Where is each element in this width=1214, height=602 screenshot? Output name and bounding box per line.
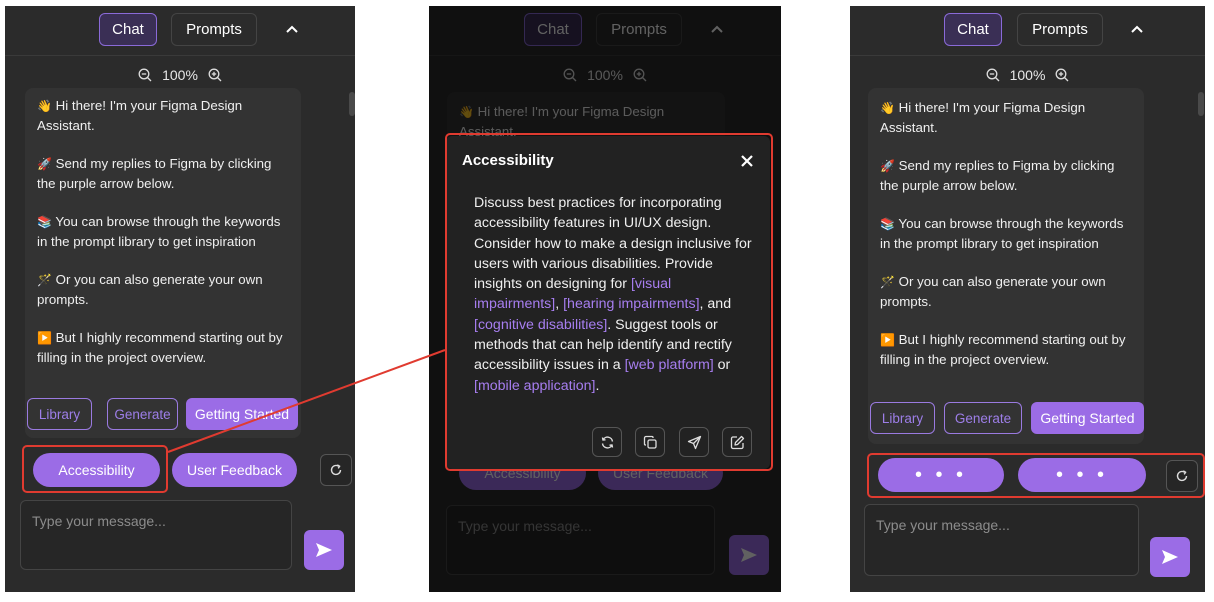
zoom-in-icon[interactable]	[208, 68, 222, 82]
tab-chat[interactable]: Chat	[99, 13, 157, 46]
message-input[interactable]: Type your message...	[864, 504, 1139, 576]
message-greeting: 👋 Hi there! I'm your Figma DesignAssista…	[880, 100, 1086, 135]
highlight-modal	[445, 133, 773, 471]
tab-prompts[interactable]: Prompts	[171, 13, 257, 46]
assistant-panel-loading: Chat Prompts 100% 👋 Hi there! I'm your F…	[850, 6, 1205, 592]
message-send-tip: 🚀 Send my replies to Figma by clicking th…	[880, 158, 1115, 193]
message-browse-tip: 📚 You can browse through the keywords in …	[37, 214, 281, 249]
scrollbar-thumb[interactable]	[1198, 92, 1204, 116]
send-arrow-icon	[316, 543, 332, 557]
refresh-icon	[330, 464, 342, 476]
suggestion-user-feedback-button[interactable]: User Feedback	[172, 453, 297, 487]
library-button[interactable]: Library	[27, 398, 92, 430]
top-bar: Chat Prompts	[850, 6, 1205, 56]
zoom-out-icon[interactable]	[986, 68, 1000, 82]
generate-button[interactable]: Generate	[107, 398, 178, 430]
zoom-level: 100%	[1009, 67, 1046, 83]
message-greeting: 👋 Hi there! I'm your Figma DesignAssista…	[37, 98, 243, 133]
assistant-panel-default: Chat Prompts 100% 👋 Hi there! I'm your F…	[5, 6, 355, 592]
send-button[interactable]	[304, 530, 344, 570]
chat-message-card: 👋 Hi there! I'm your Figma DesignAssista…	[868, 88, 1144, 444]
zoom-controls: 100%	[5, 64, 355, 86]
library-button[interactable]: Library	[870, 402, 935, 434]
chevron-up-icon[interactable]	[1127, 19, 1147, 39]
zoom-out-icon[interactable]	[138, 68, 152, 82]
message-generate-tip: 🪄 Or you can also generate your own promp…	[37, 272, 263, 307]
send-button[interactable]	[1150, 537, 1190, 577]
highlight-loading-suggestions	[867, 453, 1205, 498]
zoom-in-icon[interactable]	[1055, 68, 1069, 82]
getting-started-button[interactable]: Getting Started	[1031, 402, 1144, 434]
zoom-level: 100%	[162, 67, 198, 83]
tab-prompts[interactable]: Prompts	[1017, 13, 1103, 46]
message-input[interactable]: Type your message...	[20, 500, 292, 570]
highlight-accessibility-button	[22, 445, 168, 493]
generate-button[interactable]: Generate	[944, 402, 1022, 434]
message-browse-tip: 📚 You can browse through the keywords in …	[880, 216, 1124, 251]
scrollbar-thumb[interactable]	[349, 92, 355, 116]
message-recommend-tip: ▶️ But I highly recommend starting out b…	[880, 332, 1126, 367]
chevron-up-icon[interactable]	[282, 19, 302, 39]
message-recommend-tip: ▶️ But I highly recommend starting out b…	[37, 330, 283, 365]
chat-message-card: 👋 Hi there! I'm your Figma DesignAssista…	[25, 88, 301, 438]
message-generate-tip: 🪄 Or you can also generate your own promp…	[880, 274, 1106, 309]
top-bar: Chat Prompts	[5, 6, 355, 56]
refresh-suggestions-button[interactable]	[320, 454, 352, 486]
send-arrow-icon	[1162, 550, 1178, 564]
getting-started-button[interactable]: Getting Started	[186, 398, 298, 430]
tab-chat[interactable]: Chat	[944, 13, 1002, 46]
message-send-tip: 🚀 Send my replies to Figma by clicking th…	[37, 156, 272, 191]
zoom-controls: 100%	[850, 64, 1205, 86]
